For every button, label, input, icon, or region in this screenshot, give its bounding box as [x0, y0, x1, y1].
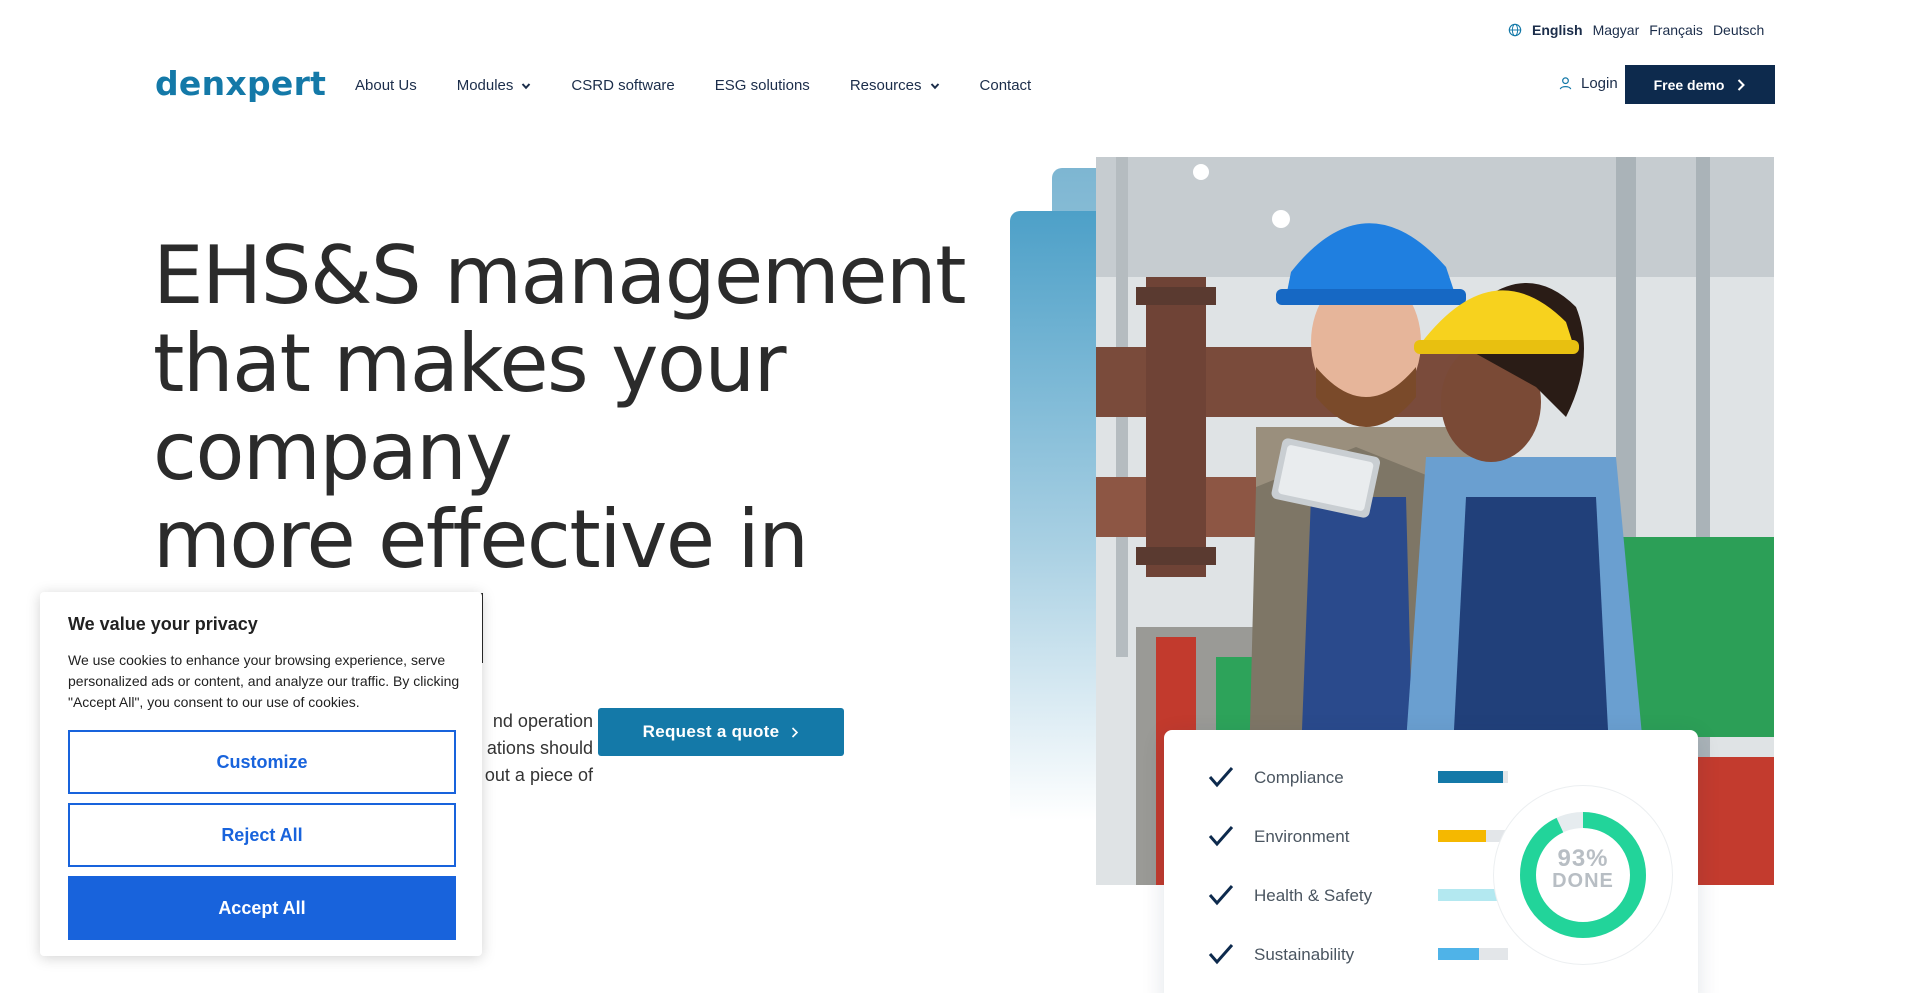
check-icon: [1208, 767, 1234, 788]
reject-all-button[interactable]: Reject All: [68, 803, 456, 867]
progress-fill: [1438, 948, 1479, 960]
cookie-title: We value your privacy: [68, 614, 258, 634]
chevron-right-icon: [792, 726, 799, 738]
nav-about-us[interactable]: About Us: [355, 77, 417, 94]
check-icon: [1208, 826, 1234, 847]
progress-row-sustainability: Sustainability: [1208, 943, 1508, 965]
progress-row-health-safety: Health & Safety: [1208, 884, 1508, 906]
lang-english[interactable]: English: [1532, 22, 1583, 38]
free-demo-label: Free demo: [1653, 76, 1725, 93]
user-icon: [1559, 77, 1572, 90]
login-label: Login: [1581, 75, 1618, 92]
hero-title: EHS&S management that makes your company…: [153, 229, 966, 586]
hero-title-line: more effective in: [153, 493, 809, 586]
request-quote-label: Request a quote: [642, 722, 780, 741]
donut-done: DONE: [1552, 870, 1614, 892]
completion-donut: 93% DONE: [1494, 786, 1672, 964]
login-link[interactable]: Login: [1558, 75, 1618, 92]
progress-fill: [1438, 830, 1486, 842]
nav-label: Modules: [456, 77, 514, 94]
globe-icon: [1508, 23, 1522, 37]
nav-modules[interactable]: Modules: [457, 77, 532, 94]
nav-label: Resources: [849, 77, 922, 94]
lang-magyar[interactable]: Magyar: [1593, 22, 1640, 38]
nav-label: About Us: [355, 77, 417, 94]
progress-row-environment: Environment: [1208, 825, 1508, 847]
cookie-consent-banner: We value your privacy We use cookies to …: [40, 592, 482, 956]
nav-label: CSRD software: [571, 77, 675, 94]
progress-bar: [1438, 771, 1508, 783]
free-demo-button[interactable]: Free demo: [1625, 65, 1775, 104]
language-switcher: English Magyar Français Deutsch: [1508, 22, 1764, 38]
hero-title-line: company: [153, 405, 513, 498]
accept-all-button[interactable]: Accept All: [68, 876, 456, 940]
progress-fill: [1438, 771, 1504, 783]
nav-resources[interactable]: Resources: [850, 77, 940, 94]
check-icon: [1208, 944, 1234, 965]
progress-card: Compliance Environment Health & Safety S…: [1164, 730, 1698, 993]
logo[interactable]: denxpert: [155, 64, 326, 103]
nav-label: Contact: [979, 77, 1032, 94]
progress-label: Environment: [1254, 827, 1350, 846]
lang-francais[interactable]: Français: [1649, 22, 1703, 38]
request-quote-button[interactable]: Request a quote: [598, 708, 844, 756]
lang-deutsch[interactable]: Deutsch: [1713, 22, 1764, 38]
hero-title-line: that makes your: [153, 317, 787, 410]
chevron-down-icon: [522, 82, 531, 89]
cookie-body: We use cookies to enhance your browsing …: [68, 652, 460, 710]
progress-label: Health & Safety: [1254, 886, 1373, 905]
nav-label: ESG solutions: [714, 77, 810, 94]
chevron-down-icon: [930, 82, 939, 89]
progress-row-compliance: Compliance: [1208, 766, 1508, 788]
nav-contact[interactable]: Contact: [980, 77, 1032, 94]
hero-title-line: EHS&S management: [153, 229, 966, 322]
chevron-right-icon: [1738, 78, 1746, 91]
progress-label: Compliance: [1254, 768, 1344, 787]
check-icon: [1208, 885, 1234, 906]
customize-button[interactable]: Customize: [68, 730, 456, 794]
progress-label: Sustainability: [1254, 945, 1355, 964]
donut-percent: 93%: [1557, 845, 1609, 872]
main-nav: About Us Modules CSRD software ESG solut…: [355, 77, 1071, 94]
nav-csrd-software[interactable]: CSRD software: [571, 77, 674, 94]
nav-esg-solutions[interactable]: ESG solutions: [715, 77, 810, 94]
donut-label: 93% DONE: [1494, 845, 1672, 893]
